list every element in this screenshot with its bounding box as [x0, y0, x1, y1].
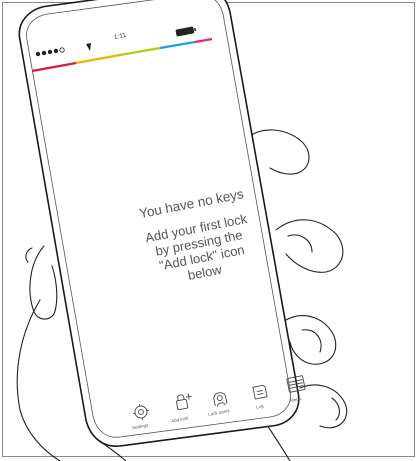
finger-4 [299, 384, 348, 429]
finger-3-nail [301, 329, 322, 353]
finger-2 [275, 219, 344, 273]
wrist-outline [16, 299, 61, 461]
finger-3 [285, 315, 337, 365]
hand-holding-phone-illustration [16, 0, 348, 461]
thumb-outline [29, 245, 58, 320]
finger-2-nail [287, 234, 313, 253]
phone-body [18, 0, 300, 447]
phone [18, 0, 300, 447]
thumb-nail [25, 247, 33, 263]
finger-4-nail [331, 397, 341, 421]
